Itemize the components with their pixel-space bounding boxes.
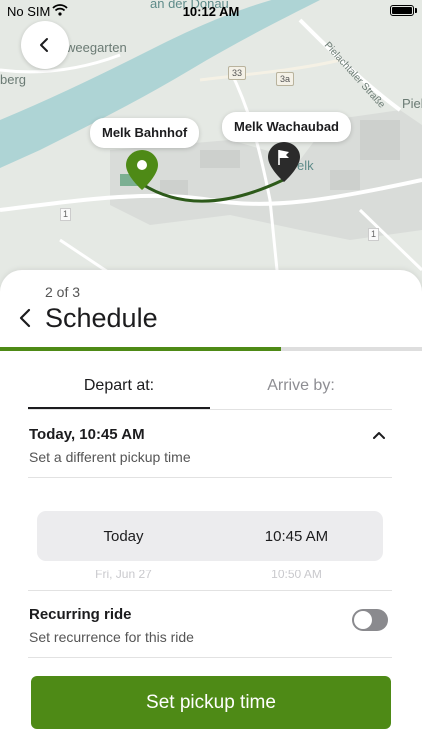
road-shield-33: 33 [228, 66, 247, 80]
map-label-berg: berg [0, 72, 27, 87]
pin-icon[interactable] [124, 148, 160, 194]
map-view[interactable]: an der Donau weegarten berg Piel elk Pie… [0, 0, 422, 300]
picker-day[interactable]: Today [37, 528, 210, 545]
schedule-sheet: 2 of 3 Schedule Depart at: Arrive by: To… [0, 270, 422, 750]
tab-arrive-by[interactable]: Arrive by: [210, 366, 392, 409]
road-number-1: 1 [60, 208, 72, 221]
road-shield-3a: 3a [276, 72, 295, 86]
toggle-knob [354, 611, 372, 629]
picker-time[interactable]: 10:45 AM [210, 528, 383, 545]
destination-label: Melk Wachaubad [234, 119, 339, 134]
road-number-1b: 1 [368, 228, 380, 241]
step-indicator: 2 of 3 [45, 284, 81, 300]
flag-icon[interactable] [266, 140, 302, 186]
destination-callout[interactable]: Melk Wachaubad [222, 112, 351, 142]
battery-tip [415, 8, 417, 13]
pickup-time-row[interactable]: Today, 10:45 AM Set a different pickup t… [28, 422, 392, 478]
sheet-back-button[interactable] [14, 303, 36, 333]
progress-track [0, 347, 422, 351]
picker-next-day[interactable]: Fri, Jun 27 [37, 570, 210, 582]
origin-label: Melk Bahnhof [102, 125, 188, 140]
page-title: Schedule [45, 302, 158, 333]
chevron-left-icon [40, 38, 48, 52]
recurring-ride-title: Recurring ride [29, 606, 132, 623]
title-row: Schedule [14, 300, 158, 336]
origin-callout[interactable]: Melk Bahnhof [90, 118, 200, 148]
map-label-weegarten: weegarten [66, 40, 127, 55]
set-pickup-time-button[interactable]: Set pickup time [31, 676, 391, 729]
chevron-up-icon[interactable] [372, 430, 386, 440]
picker-next-time[interactable]: 10:50 AM [210, 570, 383, 582]
tab-depart-at[interactable]: Depart at: [28, 366, 210, 409]
progress-fill [0, 347, 282, 351]
recurring-ride-hint: Set recurrence for this ride [29, 629, 194, 645]
pickup-time-value: Today, 10:45 AM [29, 426, 145, 443]
battery-icon [390, 5, 414, 16]
date-time-picker[interactable]: Today 10:45 AM [37, 511, 383, 561]
status-bar: No SIM 10:12 AM [0, 0, 422, 22]
chevron-left-icon [19, 308, 31, 328]
timing-tabs: Depart at: Arrive by: [28, 366, 392, 410]
recurring-ride-toggle[interactable] [352, 609, 388, 631]
pickup-time-hint: Set a different pickup time [29, 449, 191, 465]
map-back-button[interactable] [21, 21, 69, 69]
recurring-ride-row: Recurring ride Set recurrence for this r… [28, 590, 392, 658]
map-label-piel: Piel [402, 96, 422, 111]
picker-next-row: Fri, Jun 27 10:50 AM [37, 570, 383, 582]
status-time: 10:12 AM [182, 4, 240, 19]
